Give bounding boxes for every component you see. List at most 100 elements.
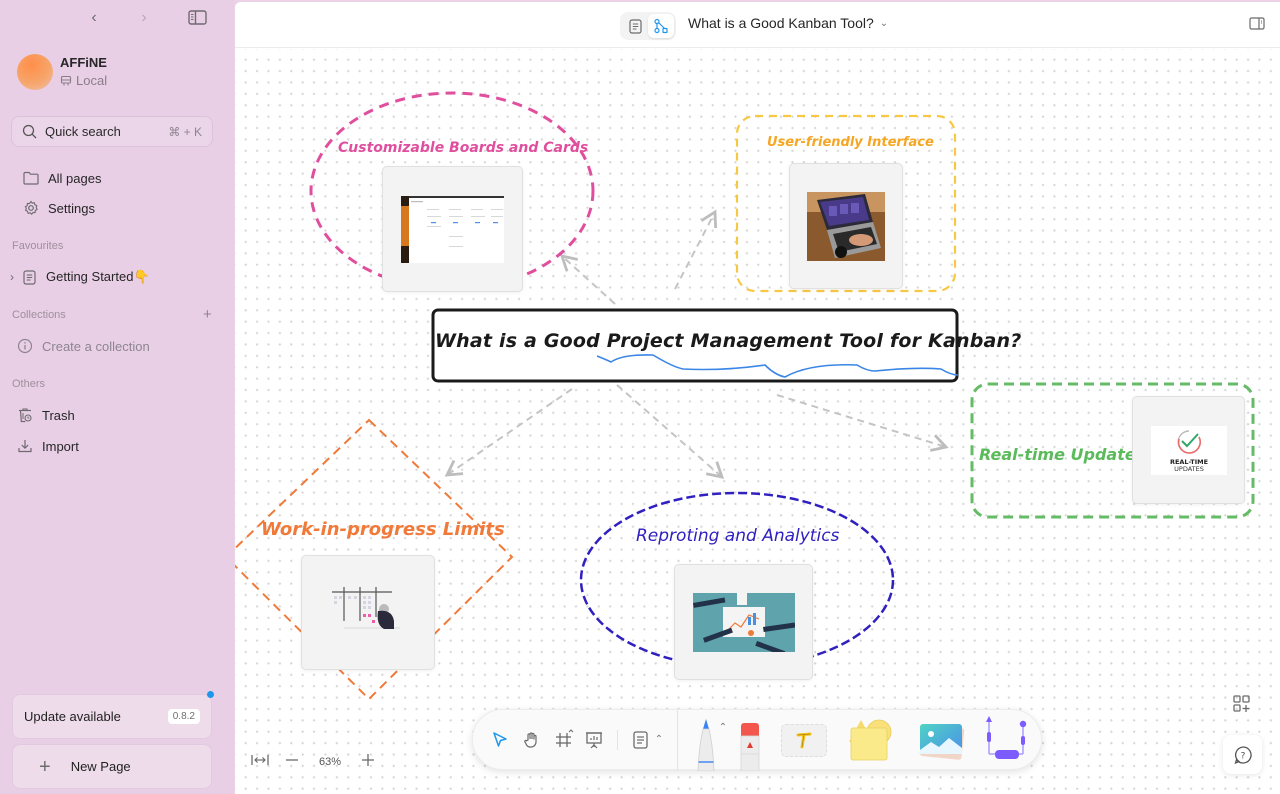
image-card-realtime[interactable]: REAL-TIME UPDATES [1132,396,1245,504]
node-label-ui[interactable]: User-friendly Interface [767,135,934,150]
connector-icon [986,716,1027,759]
update-notification-dot [207,691,214,698]
note-icon [632,731,648,749]
frame-icon [556,729,574,747]
workspace-card[interactable]: AFFiNE Local [17,52,217,92]
document-title[interactable]: What is a Good Kanban Tool? ⌄ [688,15,888,31]
pen-icon [697,719,715,771]
info-icon [17,338,33,354]
page-mode-button[interactable] [622,14,648,38]
create-collection-button[interactable]: Create a collection [16,334,150,358]
image-card-wip[interactable] [301,555,435,670]
node-label-boards[interactable]: Customizable Boards and Cards [338,140,588,156]
header: What is a Good Kanban Tool? ⌄ [235,2,1280,48]
hand-tool-button[interactable] [521,729,543,751]
new-page-label: New Page [70,759,131,774]
back-button[interactable]: ‹ [86,8,102,28]
plus-icon [362,754,375,766]
help-button[interactable]: ? [1223,735,1262,774]
presentation-tool-button[interactable] [583,729,605,751]
quick-search-label: Quick search [45,124,121,139]
minus-icon [286,759,298,761]
eraser-icon [740,723,760,771]
pen-options-button[interactable]: ⌃ [717,720,729,734]
text-icon [796,732,812,748]
favourite-item-label: Getting Started👇 [46,269,150,284]
zoom-in-button[interactable] [361,753,375,771]
node-label-reporting[interactable]: Reproting and Analytics [636,526,839,546]
document-title-text: What is a Good Kanban Tool? [688,15,874,31]
chevron-up-icon: ⌃ [718,721,728,733]
sidebar-item-label: Import [42,438,79,454]
text-tool-button[interactable] [781,724,827,757]
folder-icon [23,171,39,185]
frame-tool-button[interactable] [553,727,577,751]
sidebar-toggle-icon [188,10,207,25]
pen-tool-button[interactable] [695,716,717,771]
analytics-team-image [692,592,795,652]
note-tool-button[interactable] [629,729,651,751]
note-options-button[interactable]: ⌃ [653,732,665,746]
sidebar-item-import[interactable]: Import [16,434,79,458]
sidebar-item-all-pages[interactable]: All pages [22,166,101,190]
favourite-item-getting-started[interactable]: › Getting Started👇 [10,265,150,289]
image-card-ui[interactable] [789,163,903,289]
image-card-reporting[interactable] [674,564,813,680]
toolbar-divider [617,730,618,750]
sidebar-item-trash[interactable]: Trash [16,403,75,427]
image-icon [919,724,965,760]
image-tool-button[interactable] [917,722,967,760]
realtime-updates-image: REAL-TIME UPDATES [1150,425,1227,475]
add-collection-button[interactable]: + [203,307,212,323]
eraser-tool-button[interactable] [739,722,761,771]
main-area: What is a Good Kanban Tool? ⌄ What is a … [235,2,1280,794]
toolbar-divider [677,710,678,771]
shape-icon [849,719,892,761]
fit-width-icon [251,755,269,765]
connector-tool-button[interactable] [981,714,1027,764]
presentation-icon [586,732,602,749]
node-label-wip[interactable]: Work-in-progress Limits [261,519,505,540]
shape-tool-button[interactable] [847,718,897,762]
connector-to-realtime[interactable] [776,394,949,452]
edgeless-mode-button[interactable] [648,14,674,38]
page-icon [628,18,642,34]
chevron-down-icon: ⌄ [879,17,889,29]
chevron-left-icon: ‹ [91,9,97,26]
add-widget-button[interactable] [1233,695,1251,713]
sidebar-toggle-button[interactable] [188,10,208,26]
sidebar: ‹ › AFFiNE Local Quick search ⌘ + K All … [0,0,234,794]
right-panel-toggle-button[interactable] [1249,17,1265,31]
sidebar-item-label: Settings [48,200,95,216]
chevron-right-icon: › [141,9,147,26]
kanban-screenshot-image [401,195,504,263]
central-topic-text[interactable]: What is a Good Project Management Tool f… [435,330,1021,352]
fit-to-screen-button[interactable] [251,753,269,771]
new-page-button[interactable]: + New Page [12,744,212,789]
image-card-boards[interactable] [382,166,523,292]
connector-to-reporting[interactable] [616,384,725,479]
quick-search-button[interactable]: Quick search ⌘ + K [11,116,213,147]
workspace-name: AFFiNE [60,55,107,70]
sidebar-item-label: All pages [48,170,102,186]
zoom-controls: 63% [251,751,375,773]
sidebar-item-settings[interactable]: Settings [22,196,95,220]
chevron-right-icon[interactable]: › [10,270,14,284]
select-tool-button[interactable] [489,729,511,751]
version-badge: 0.8.2 [167,709,200,724]
edgeless-icon [654,18,668,34]
wip-illustration-image [332,586,400,629]
edgeless-canvas[interactable]: What is a Good Project Management Tool f… [235,49,1280,794]
sidebar-item-label: Trash [42,407,75,423]
svg-text:?: ? [1240,751,1245,761]
connector-to-ui[interactable] [674,209,718,290]
connector-to-boards[interactable] [559,254,616,305]
right-sidebar-icon [1249,17,1265,30]
update-available-button[interactable]: Update available 0.8.2 [12,694,212,739]
import-icon [18,440,32,453]
connector-to-wip[interactable] [444,388,573,477]
zoom-out-button[interactable] [285,753,299,771]
forward-button[interactable]: › [136,8,152,28]
node-label-realtime[interactable]: Real-time Updates [979,445,1145,464]
workspace-type: Local [76,73,108,88]
